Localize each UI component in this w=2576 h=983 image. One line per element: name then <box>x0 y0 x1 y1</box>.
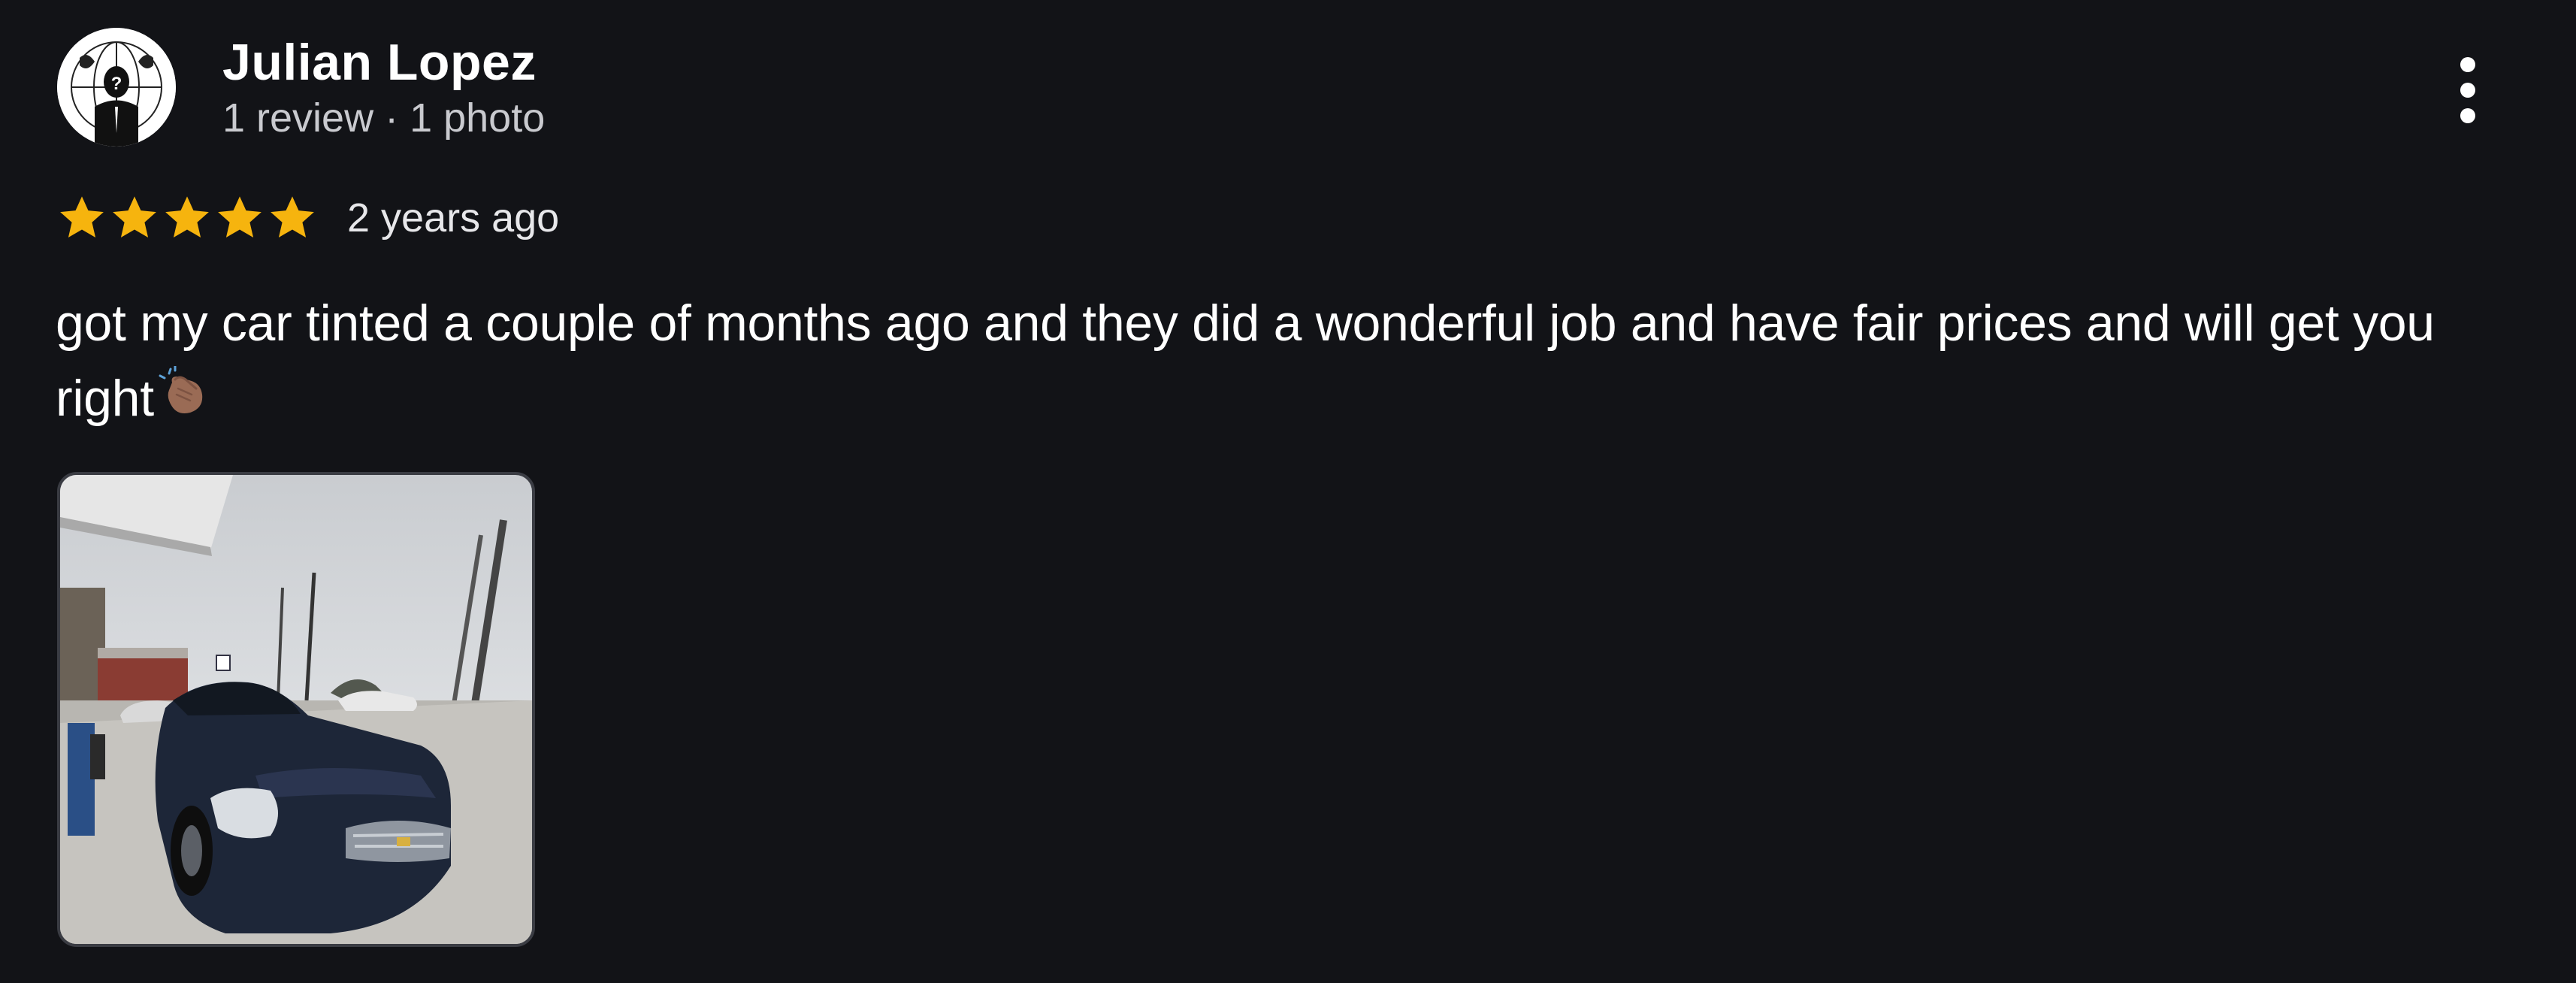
review-header: ? Julian Lopez 1 review · 1 photo <box>57 27 545 147</box>
more-vert-icon-dot <box>2460 83 2475 98</box>
star-icon <box>60 196 104 237</box>
star-icon <box>271 196 314 237</box>
rating-row: 2 years ago <box>56 186 559 250</box>
review-text: got my car tinted a couple of months ago… <box>56 286 2535 436</box>
star-rating <box>56 192 319 244</box>
author-name[interactable]: Julian Lopez <box>222 32 545 93</box>
more-options-button[interactable] <box>2432 50 2504 131</box>
review-photo[interactable] <box>57 472 535 947</box>
review-body: got my car tinted a couple of months ago… <box>56 295 2435 427</box>
more-vert-icon-dot <box>2460 108 2475 123</box>
author-meta: 1 review · 1 photo <box>222 95 546 141</box>
anonymous-mask-icon: ? <box>57 28 176 147</box>
author-info: Julian Lopez 1 review · 1 photo <box>222 32 545 143</box>
author-avatar[interactable]: ? <box>57 28 176 147</box>
more-vert-icon <box>2460 57 2475 72</box>
review-date: 2 years ago <box>347 195 560 240</box>
clapping-hands-icon <box>159 361 208 436</box>
star-icon <box>113 196 156 237</box>
star-icon <box>218 196 262 237</box>
star-icon <box>165 196 209 237</box>
review-card: ? Julian Lopez 1 review · 1 photo 2 year… <box>0 0 2576 983</box>
car-photo-image <box>60 475 532 944</box>
svg-text:?: ? <box>111 74 122 94</box>
